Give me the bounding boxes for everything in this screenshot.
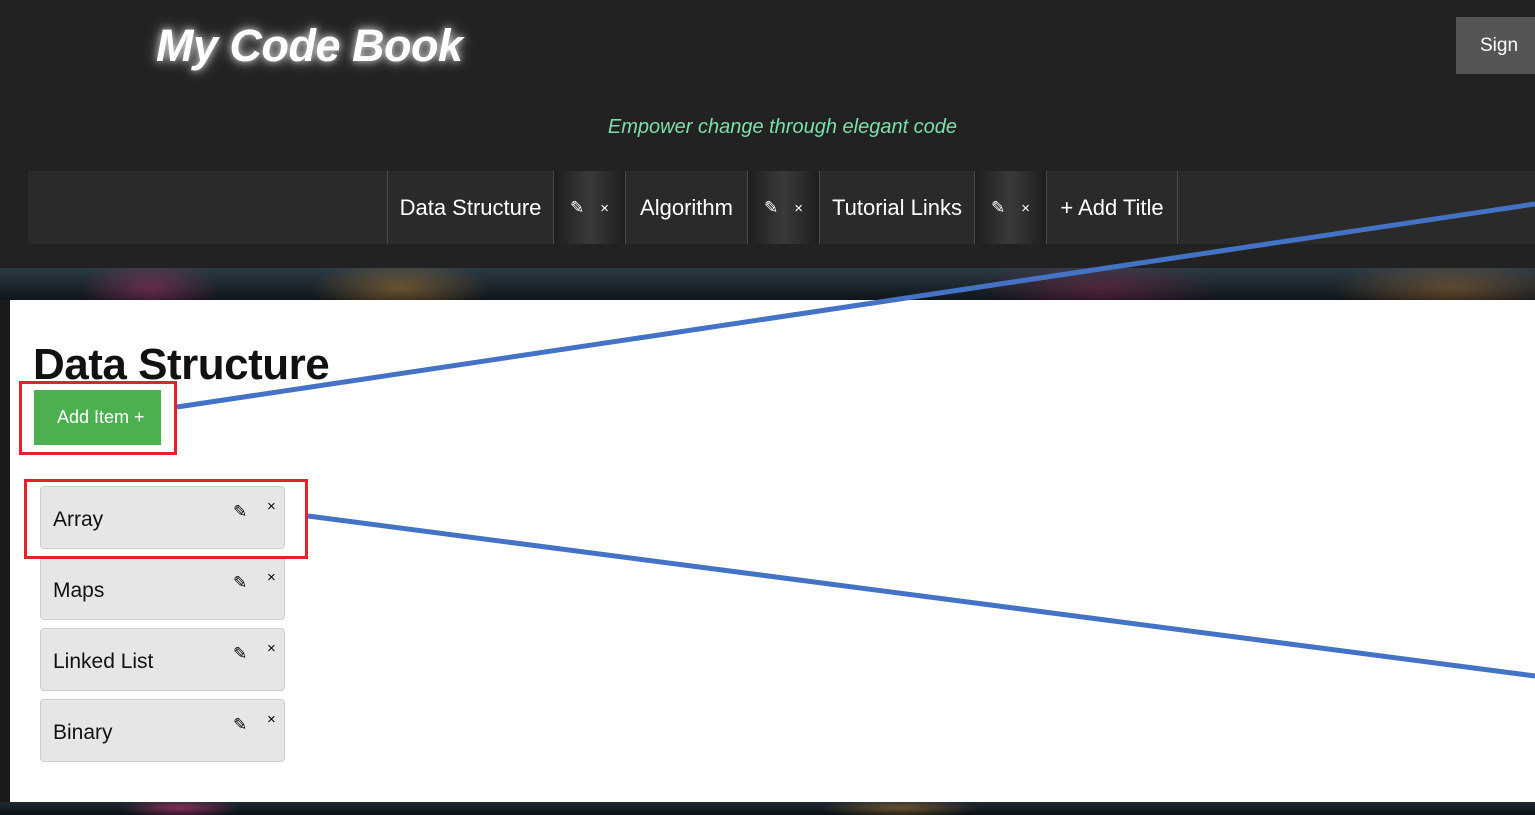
annotation-arrow-line xyxy=(307,513,1535,679)
annotation-arrow-line xyxy=(176,201,1535,410)
annotation-arrows xyxy=(176,201,1535,679)
